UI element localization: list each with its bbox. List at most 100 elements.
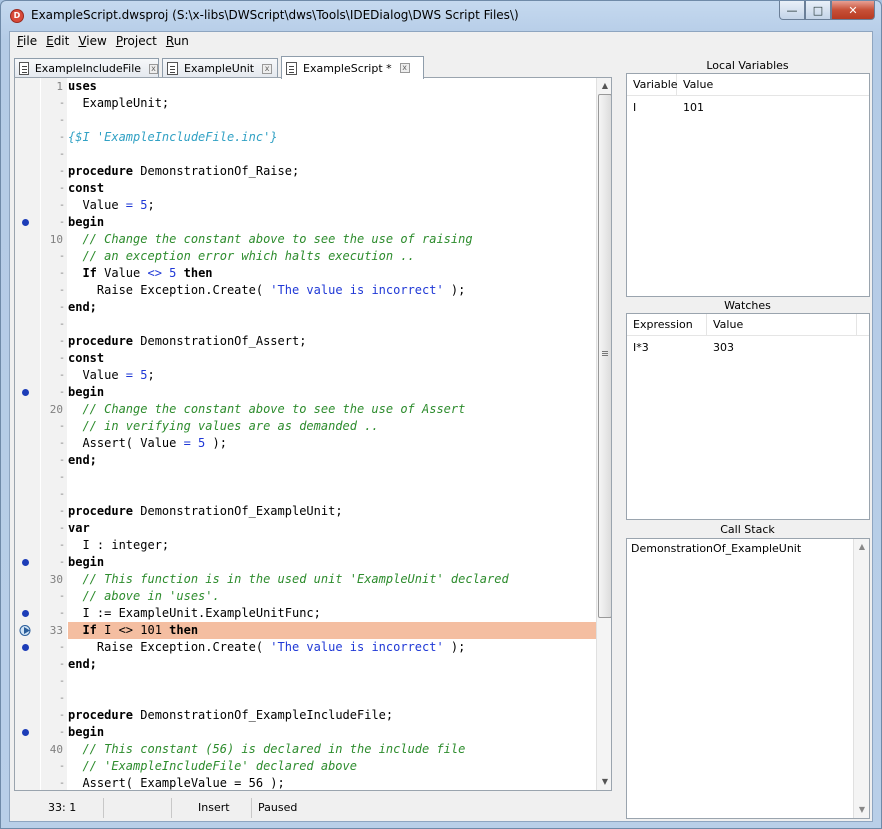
line-marker: - <box>59 506 66 517</box>
code-line[interactable]: // an exception error which halts execut… <box>15 248 595 265</box>
watch-expression: I*3 <box>633 341 649 354</box>
code-line[interactable]: begin - <box>15 384 595 401</box>
code-line[interactable]: end; - <box>15 452 595 469</box>
line-marker: - <box>59 659 66 670</box>
scroll-thumb[interactable] <box>598 94 611 618</box>
menu-edit[interactable]: Edit <box>44 32 74 52</box>
line-marker: - <box>59 302 66 313</box>
code-line[interactable]: // Change the constant above to see the … <box>15 401 595 418</box>
code-line[interactable]: begin - <box>15 214 595 231</box>
col-variable[interactable]: Variable <box>627 74 678 96</box>
current-execution-line[interactable]: If I <> 101 then 33 <box>15 622 599 639</box>
code-line[interactable]: Assert( Value = 5 ); - <box>15 435 595 452</box>
code-line[interactable]: begin - <box>15 554 595 571</box>
scroll-down-arrow-icon[interactable]: ▼ <box>597 774 611 790</box>
close-button[interactable]: ✕ <box>831 1 875 20</box>
code-line[interactable]: - <box>15 469 595 486</box>
menu-run[interactable]: Run <box>164 32 194 52</box>
breakpoint-dot-icon[interactable] <box>22 219 29 226</box>
code-line[interactable]: end; - <box>15 656 595 673</box>
scroll-up-arrow-icon[interactable]: ▲ <box>854 539 869 555</box>
menu-view[interactable]: View <box>76 32 111 52</box>
code-line[interactable]: const - <box>15 350 595 367</box>
code-line[interactable]: procedure DemonstrationOf_Raise; - <box>15 163 595 180</box>
local-variables-panel[interactable]: Variable Value I 101 <box>626 73 870 297</box>
close-tab-icon[interactable]: x <box>399 63 410 73</box>
breakpoint-dot-icon[interactable] <box>22 729 29 736</box>
watches-panel[interactable]: Expression Value I*3 303 <box>626 313 870 520</box>
scroll-up-arrow-icon[interactable]: ▲ <box>597 78 611 94</box>
debug-state: Paused <box>258 801 298 814</box>
code-line[interactable]: // in verifying values are as demanded .… <box>15 418 595 435</box>
code-line[interactable]: - <box>15 673 595 690</box>
code-line[interactable]: procedure DemonstrationOf_ExampleInclude… <box>15 707 595 724</box>
menu-project[interactable]: Project <box>114 32 162 52</box>
call-stack-panel[interactable]: DemonstrationOf_ExampleUnit ▲ ▼ <box>626 538 870 819</box>
col-value[interactable]: Value <box>707 314 857 336</box>
code-line[interactable]: uses 1 <box>15 78 595 95</box>
close-tab-icon[interactable]: x <box>262 63 273 74</box>
breakpoint-dot-icon[interactable] <box>22 559 29 566</box>
line-marker: - <box>59 421 66 432</box>
code-line[interactable]: ExampleUnit; - <box>15 95 595 112</box>
line-marker: - <box>59 523 66 534</box>
code-line[interactable]: const - <box>15 180 595 197</box>
table-row[interactable]: I 101 <box>627 96 869 116</box>
menu-file[interactable]: File <box>15 32 42 52</box>
code-line[interactable]: Raise Exception.Create( 'The value is in… <box>15 639 595 656</box>
code-line[interactable]: - <box>15 690 595 707</box>
col-value[interactable]: Value <box>677 74 869 96</box>
menu-bar: File Edit View Project Run <box>10 32 872 52</box>
code-line[interactable]: begin - <box>15 724 595 741</box>
code-line[interactable]: Value = 5; - <box>15 367 595 384</box>
tab-example-include-file[interactable]: ExampleIncludeFile x <box>14 58 159 78</box>
watches-header: Expression Value <box>627 314 869 336</box>
code-line[interactable]: // This function is in the used unit 'Ex… <box>15 571 595 588</box>
code-line[interactable]: I : integer; - <box>15 537 595 554</box>
code-line[interactable]: procedure DemonstrationOf_Assert; - <box>15 333 595 350</box>
close-tab-icon[interactable]: x <box>149 63 158 74</box>
code-line[interactable]: Assert( ExampleValue = 56 ); - <box>15 775 595 790</box>
code-line[interactable]: - <box>15 112 595 129</box>
tab-example-script[interactable]: ExampleScript * x <box>281 56 424 79</box>
table-row[interactable]: I*3 303 <box>627 336 869 356</box>
code-line[interactable]: Value = 5; - <box>15 197 595 214</box>
breakpoint-dot-icon[interactable] <box>22 644 29 651</box>
col-expression[interactable]: Expression <box>627 314 707 336</box>
line-marker: - <box>59 149 66 160</box>
code-line[interactable]: - <box>15 146 595 163</box>
code-line[interactable]: {$I 'ExampleIncludeFile.inc'} - <box>15 129 595 146</box>
code-line[interactable]: // Change the constant above to see the … <box>15 231 595 248</box>
panel-splitter[interactable] <box>614 56 624 822</box>
client-area: File Edit View Project Run ExampleInclud… <box>9 31 873 822</box>
title-bar[interactable]: D ExampleScript.dwsproj (S:\x-libs\DWScr… <box>1 1 881 31</box>
line-marker: - <box>59 676 66 687</box>
scroll-down-arrow-icon[interactable]: ▼ <box>854 802 869 818</box>
list-item[interactable]: DemonstrationOf_ExampleUnit <box>627 539 869 555</box>
breakpoint-dot-icon[interactable] <box>22 389 29 396</box>
code-line[interactable]: var - <box>15 520 595 537</box>
code-line[interactable]: I := ExampleUnit.ExampleUnitFunc; - <box>15 605 595 622</box>
minimize-button[interactable]: — <box>779 1 805 20</box>
code-line[interactable]: - <box>15 316 595 333</box>
line-number: 20 <box>49 403 63 416</box>
code-line[interactable]: Raise Exception.Create( 'The value is in… <box>15 282 595 299</box>
code-line[interactable]: // This constant (56) is declared in the… <box>15 741 595 758</box>
editor-vertical-scrollbar[interactable]: ▲ ▼ <box>596 78 611 790</box>
code-line[interactable]: - <box>15 486 595 503</box>
breakpoint-dot-icon[interactable] <box>22 610 29 617</box>
watch-value: 303 <box>713 341 734 354</box>
ide-window: D ExampleScript.dwsproj (S:\x-libs\DWScr… <box>0 0 882 829</box>
call-stack-scrollbar[interactable]: ▲ ▼ <box>853 539 869 818</box>
code-line[interactable]: // above in 'uses'. - <box>15 588 595 605</box>
app-icon[interactable]: D <box>10 9 24 23</box>
line-marker: - <box>59 370 66 381</box>
code-line[interactable]: // 'ExampleIncludeFile' declared above - <box>15 758 595 775</box>
code-line[interactable]: If Value <> 5 then - <box>15 265 595 282</box>
maximize-button[interactable]: □ <box>805 1 831 20</box>
tab-example-unit[interactable]: ExampleUnit x <box>162 58 278 78</box>
code-line[interactable]: procedure DemonstrationOf_ExampleUnit; - <box>15 503 595 520</box>
tab-label: ExampleUnit <box>184 62 255 75</box>
code-editor[interactable]: uses 1 ExampleUnit; - - {$I 'ExampleInclud… <box>14 77 612 791</box>
code-line[interactable]: end; - <box>15 299 595 316</box>
